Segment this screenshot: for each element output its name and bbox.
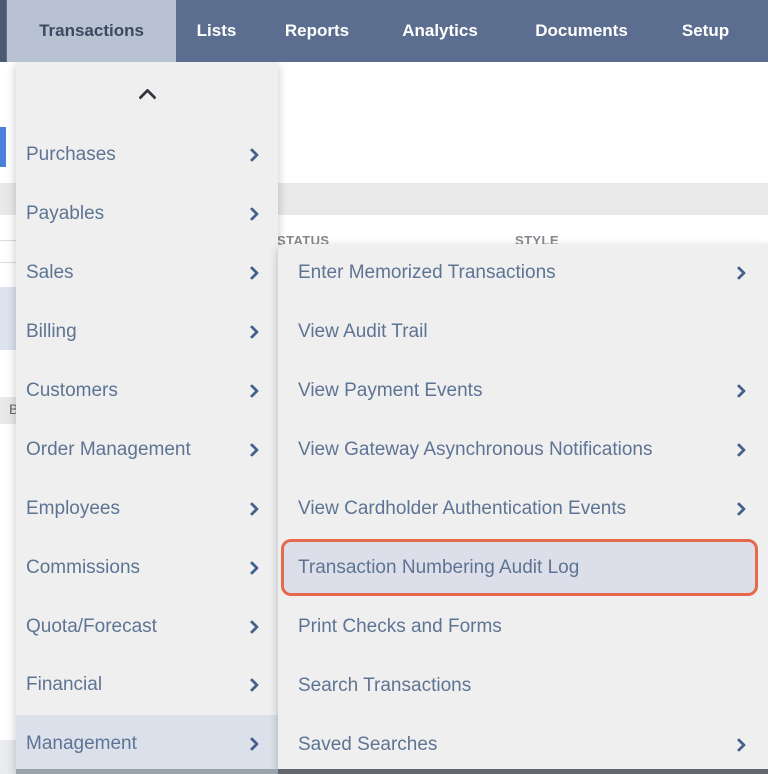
- nav-tab-setup[interactable]: Setup: [675, 0, 736, 62]
- menu-item-purchases[interactable]: Purchases: [16, 126, 278, 185]
- nav-tab-label: Lists: [196, 21, 237, 40]
- background-blue-button-sliver: [0, 127, 6, 167]
- menu-item-enter-memorized-transactions[interactable]: Enter Memorized Transactions: [278, 244, 768, 303]
- menu-item-view-audit-trail[interactable]: View Audit Trail: [278, 303, 768, 362]
- menu-item-label: Customers: [26, 380, 118, 401]
- chevron-right-icon: [244, 619, 260, 634]
- menu-item-label: Payables: [26, 203, 105, 225]
- chevron-right-icon: [244, 442, 260, 457]
- chevron-right-icon: [244, 207, 260, 222]
- menu-item-label: Order Management: [26, 438, 191, 460]
- menu-item-label: View Cardholder Authentication Events: [298, 498, 627, 519]
- nav-tab-analytics[interactable]: Analytics: [393, 0, 487, 62]
- chevron-right-icon: [244, 560, 260, 575]
- menu-item-label: Sales: [26, 262, 74, 284]
- nav-tab-lists[interactable]: Lists: [193, 0, 240, 62]
- menu-item-view-payment-events[interactable]: View Payment Events: [278, 362, 768, 421]
- chevron-right-icon: [244, 678, 260, 693]
- management-submenu-items: Enter Memorized Transactions View Audit …: [278, 244, 768, 774]
- chevron-right-icon: [244, 383, 260, 399]
- chevron-right-icon: [244, 325, 260, 340]
- menu-item-management[interactable]: Management: [16, 714, 278, 774]
- chevron-right-icon: [731, 737, 747, 752]
- menu-item-payables[interactable]: Payables: [16, 185, 278, 244]
- menu-scroll-up[interactable]: [16, 62, 278, 126]
- menu-item-label: Purchases: [26, 144, 116, 166]
- menu-item-order-management[interactable]: Order Management: [16, 420, 278, 479]
- nav-tab-label: Transactions: [39, 21, 144, 40]
- nav-tab-label: Reports: [284, 21, 350, 40]
- background-row-divider: [0, 240, 16, 241]
- management-submenu: Enter Memorized Transactions View Audit …: [278, 244, 768, 774]
- menu-item-label: Quota/Forecast: [26, 615, 157, 637]
- menu-item-employees[interactable]: Employees: [16, 479, 278, 538]
- chevron-right-icon: [244, 266, 260, 281]
- menu-item-quota-forecast[interactable]: Quota/Forecast: [16, 597, 278, 656]
- bottom-edge-strip: [278, 769, 768, 774]
- bottom-edge-strip: [16, 769, 278, 774]
- menu-item-customers[interactable]: Customers: [16, 362, 278, 421]
- menu-item-commissions[interactable]: Commissions: [16, 538, 278, 597]
- chevron-up-icon: [137, 88, 157, 107]
- nav-left-edge: [0, 0, 6, 62]
- nav-tab-documents[interactable]: Documents: [523, 0, 640, 62]
- nav-tab-reports[interactable]: Reports: [277, 0, 357, 62]
- menu-item-label: View Audit Trail: [298, 321, 428, 343]
- transactions-menu: Purchases Payables Sales Billing Custome…: [16, 62, 278, 774]
- menu-item-label: View Payment Events: [298, 380, 483, 402]
- menu-item-search-transactions[interactable]: Search Transactions: [278, 656, 768, 715]
- nav-tab-transactions[interactable]: Transactions: [7, 0, 176, 62]
- menu-item-label: Employees: [26, 497, 120, 519]
- menu-item-label: Billing: [26, 321, 77, 343]
- menu-item-print-checks-and-forms[interactable]: Print Checks and Forms: [278, 597, 768, 656]
- menu-item-label: View Gateway Asynchronous Notifications: [298, 439, 653, 461]
- chevron-right-icon: [731, 501, 747, 517]
- nav-tab-label: Documents: [535, 21, 628, 40]
- menu-item-label: Enter Memorized Transactions: [298, 262, 556, 284]
- chevron-right-icon: [731, 384, 747, 399]
- menu-item-saved-searches[interactable]: Saved Searches: [278, 715, 768, 774]
- background-row-divider: [0, 262, 16, 263]
- background-table-band: [0, 740, 16, 774]
- menu-item-label: Financial: [26, 674, 103, 696]
- background-selected-row-band: [0, 287, 16, 350]
- menu-item-label: Commissions: [26, 556, 141, 578]
- top-nav-bar: Transactions Lists Reports Analytics Doc…: [0, 0, 768, 62]
- menu-item-label: Print Checks and Forms: [298, 615, 502, 637]
- menu-item-label: Transaction Numbering Audit Log: [298, 556, 580, 578]
- chevron-right-icon: [244, 737, 260, 752]
- chevron-right-icon: [244, 501, 260, 516]
- menu-item-billing[interactable]: Billing: [16, 303, 278, 362]
- chevron-right-icon: [731, 443, 747, 458]
- menu-item-sales[interactable]: Sales: [16, 244, 278, 303]
- chevron-right-icon: [244, 148, 260, 163]
- menu-item-label: Search Transactions: [298, 674, 472, 696]
- menu-item-financial[interactable]: Financial: [16, 656, 278, 715]
- transactions-menu-items: Purchases Payables Sales Billing Custome…: [16, 126, 278, 774]
- chevron-right-icon: [731, 266, 747, 281]
- nav-tab-label: Setup: [681, 21, 730, 40]
- menu-item-transaction-numbering-audit-log[interactable]: Transaction Numbering Audit Log: [281, 539, 758, 597]
- nav-tab-label: Analytics: [402, 21, 478, 40]
- menu-item-view-gateway-asynchronous-notifications[interactable]: View Gateway Asynchronous Notifications: [278, 421, 768, 480]
- menu-item-label: Saved Searches: [298, 733, 438, 755]
- menu-item-label: Management: [26, 733, 137, 755]
- menu-item-view-cardholder-authentication-events[interactable]: View Cardholder Authentication Events: [278, 480, 768, 539]
